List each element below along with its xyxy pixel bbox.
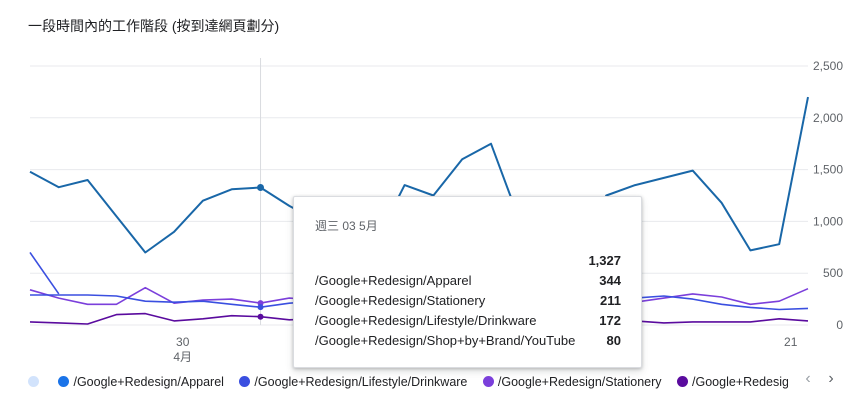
legend-swatch <box>482 375 494 387</box>
legend-item-drinkware[interactable]: /Google+Redesign/Lifestyle/Drinkware <box>239 375 467 389</box>
tooltip-row-label: /Google+Redesign/Shop+by+Brand/YouTube <box>315 333 576 348</box>
y-tick-label: 1,500 <box>813 163 843 177</box>
y-tick-label: 1,000 <box>813 214 843 228</box>
tooltip-row: /Google+Redesign/Apparel 344 <box>315 273 621 293</box>
tooltip-row-value: 211 <box>600 293 621 308</box>
tooltip-row: /Google+Redesign/Shop+by+Brand/YouTube 8… <box>315 333 621 353</box>
tooltip-total: 1,327 <box>588 253 621 268</box>
legend-swatch <box>58 375 70 387</box>
tooltip-row: /Google+Redesign/Lifestyle/Drinkware 172 <box>315 313 621 333</box>
series-point[interactable] <box>257 313 264 320</box>
legend-swatch <box>239 375 251 387</box>
tooltip-row: /Google+Redesign/Stationery 211 <box>315 293 621 313</box>
tooltip-row-value: 344 <box>599 273 621 288</box>
chevron-left-icon[interactable]: ‹ <box>799 370 817 388</box>
legend-label: /Google+Redesign/Apparel <box>73 374 224 389</box>
tooltip-row-label: /Google+Redesign/Apparel <box>315 273 472 288</box>
legend-label: /Google+Redesign/Lifestyle/Drinkware <box>254 374 468 389</box>
series-point[interactable] <box>257 184 265 192</box>
y-tick-label: 2,000 <box>813 111 843 125</box>
x-tick-day: 21 <box>784 335 798 349</box>
y-tick-label: 0 <box>836 318 843 332</box>
tooltip-row-label: /Google+Redesign/Lifestyle/Drinkware <box>315 313 537 328</box>
y-tick-label: 500 <box>823 266 843 280</box>
y-tick-label: 2,500 <box>813 59 843 73</box>
x-tick-day: 30 <box>176 335 190 349</box>
series-point[interactable] <box>257 304 264 311</box>
legend-item-youtube[interactable]: /Google+Redesign/Shop+by+Brand/YouTube <box>677 375 788 389</box>
chevron-right-icon[interactable]: › <box>822 370 840 388</box>
legend-label: /Google+Redesign/Shop+by+Brand/YouTube <box>692 374 788 389</box>
chart-legend: /Google+Redesign/Apparel /Google+Redesig… <box>28 374 788 394</box>
tooltip-row-value: 172 <box>599 313 621 328</box>
tooltip-row-label: /Google+Redesign/Stationery <box>315 293 486 308</box>
legend-label: /Google+Redesign/Stationery <box>497 374 662 389</box>
tooltip-row-value: 80 <box>606 333 621 348</box>
tooltip-date: 週三 03 5月 <box>315 219 378 233</box>
legend-swatch <box>28 375 39 387</box>
legend-item-apparel[interactable]: /Google+Redesign/Apparel <box>58 374 224 389</box>
x-tick-month: 4月 <box>173 350 192 364</box>
legend-item-stationery[interactable]: /Google+Redesign/Stationery <box>482 374 662 389</box>
legend-swatch <box>677 375 689 387</box>
chart-tooltip: 週三 03 5月 1,327 /Google+Redesign/Apparel … <box>293 196 642 368</box>
legend-item-total[interactable] <box>28 375 43 389</box>
